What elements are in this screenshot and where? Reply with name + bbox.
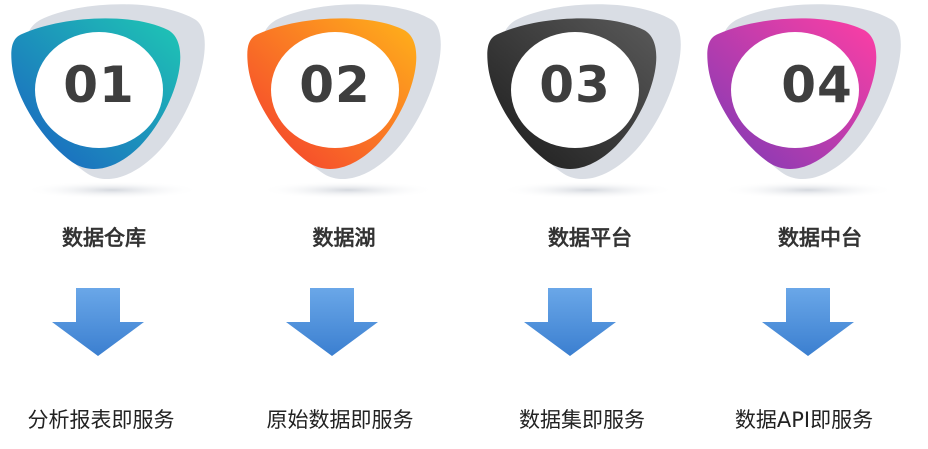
down-arrow-icon	[524, 288, 616, 356]
step-number: 03	[539, 56, 611, 114]
step-4: 04 数据中台 数据API即服务	[696, 0, 928, 449]
step-title: 数据平台	[548, 226, 632, 250]
step-number: 01	[63, 56, 135, 114]
step-2: 02 数据湖 原始数据即服务	[236, 0, 468, 449]
down-arrow-icon	[762, 288, 854, 356]
badge-3: 03	[476, 0, 708, 210]
step-service: 分析报表即服务	[27, 408, 175, 432]
step-number: 02	[299, 56, 371, 114]
down-arrow-icon	[52, 288, 144, 356]
step-title: 数据湖	[312, 226, 376, 250]
step-title: 数据中台	[778, 226, 862, 250]
step-service: 数据API即服务	[734, 408, 874, 432]
step-title: 数据仓库	[62, 226, 146, 250]
down-arrow-icon	[286, 288, 378, 356]
badge-1: 01	[0, 0, 232, 210]
step-3: 03 数据平台 数据集即服务	[476, 0, 708, 449]
step-number: 04	[781, 56, 853, 114]
step-1: 01 数据仓库 分析报表即服务	[0, 0, 232, 449]
step-service: 数据集即服务	[519, 408, 645, 432]
badge-2: 02	[236, 0, 468, 210]
badge-4: 04	[696, 0, 928, 210]
step-service: 原始数据即服务	[266, 408, 414, 432]
